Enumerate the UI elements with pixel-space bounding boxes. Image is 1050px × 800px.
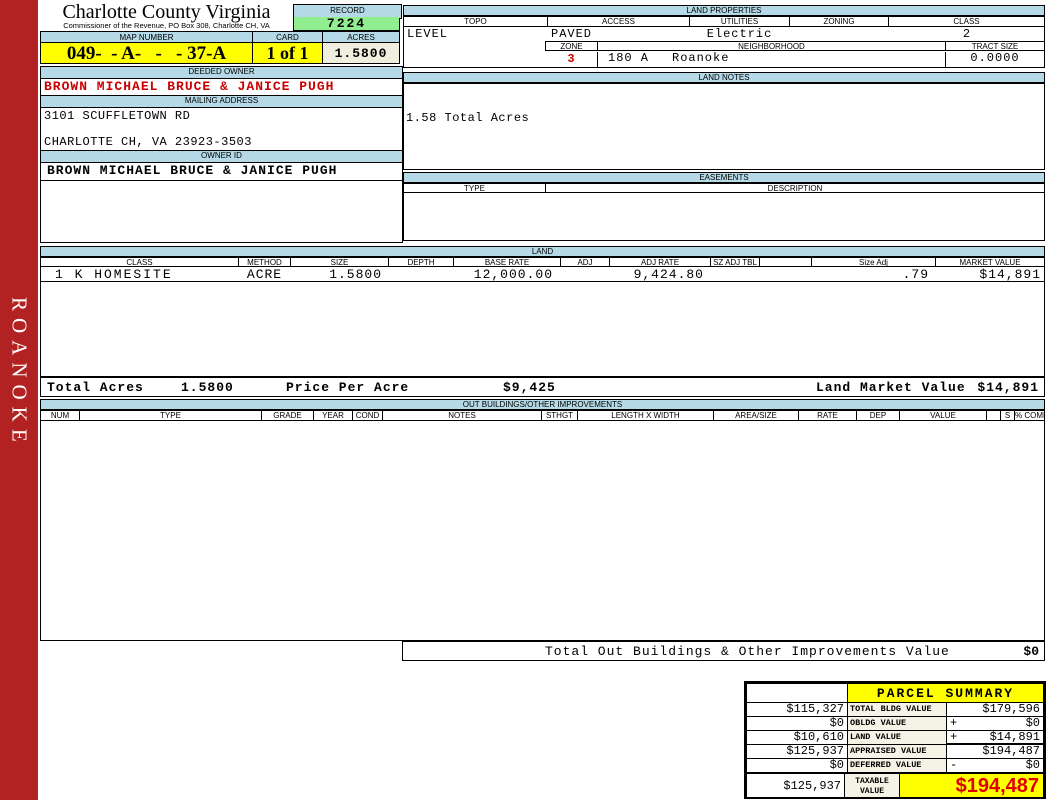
summary-prior-taxable: $125,937 xyxy=(746,772,845,798)
summary-prior-appraised: $125,937 xyxy=(746,744,848,759)
commissioner-line: Commissioner of the Revenue, PO Box 308,… xyxy=(63,21,270,30)
summary-label-appraised: APPRAISED VALUE xyxy=(847,744,947,759)
summary-prior-deferred: $0 xyxy=(746,758,848,773)
land-row-market-value: $14,891 xyxy=(979,267,1041,282)
tract-size-value: 0.0000 xyxy=(945,52,1044,67)
owner-id-label: OWNER ID xyxy=(41,151,402,163)
summary-value-total-bldg: $179,596 xyxy=(946,702,1044,717)
acres-value: 1.5800 xyxy=(322,42,400,64)
summary-label-land: LAND VALUE xyxy=(847,730,947,745)
land-row-method: ACRE xyxy=(246,267,283,282)
out-buildings-body xyxy=(40,420,1045,641)
map-number-value: 049- - A- - - 37-A xyxy=(40,42,253,64)
summary-sign-obldg: + xyxy=(950,716,958,730)
land-row-base-rate: 12,000.00 xyxy=(473,267,553,282)
parcel-summary-title: PARCEL SUMMARY xyxy=(847,683,1044,703)
land-notes-box: 1.58 Total Acres xyxy=(403,83,1045,170)
topo-value: LEVEL xyxy=(407,27,449,41)
easements-title: EASEMENTS xyxy=(403,172,1045,183)
out-buildings-total-row: Total Out Buildings & Other Improvements… xyxy=(402,641,1045,661)
land-properties-title: LAND PROPERTIES xyxy=(403,5,1045,16)
easements-body xyxy=(403,192,1045,241)
summary-prior-obldg: $0 xyxy=(746,716,848,731)
land-market-value-label: Land Market Value xyxy=(816,380,966,395)
summary-sign-land: + xyxy=(950,730,958,744)
parcel-summary: PARCEL SUMMARY $115,327 TOTAL BLDG VALUE… xyxy=(744,681,1046,799)
neighborhood-label: NEIGHBORHOOD xyxy=(597,41,946,51)
total-acres-label: Total Acres xyxy=(47,380,144,395)
zone-value: 3 xyxy=(545,52,598,67)
summary-prior-land: $10,610 xyxy=(746,730,848,745)
land-row-adj-rate: 9,424.80 xyxy=(633,267,704,282)
summary-value-taxable: $194,487 xyxy=(899,772,1044,798)
out-buildings-title: OUT BUILDINGS/OTHER IMPROVEMENTS xyxy=(40,399,1045,410)
price-per-acre-value: $9,425 xyxy=(503,380,556,395)
land-row-size: 1.5800 xyxy=(329,267,382,282)
summary-value-obldg: $0 xyxy=(946,716,1044,731)
summary-sign-deferred: - xyxy=(950,758,958,772)
summary-label-obldg: OBLDG VALUE xyxy=(847,716,947,731)
land-row-class: 1 K HOMESITE xyxy=(55,267,173,282)
neighborhood-sidebar: ROANOKE xyxy=(0,0,38,800)
tract-size-label: TRACT SIZE xyxy=(945,41,1045,51)
access-value: PAVED xyxy=(551,27,593,41)
mailing-address-label: MAILING ADDRESS xyxy=(41,96,402,108)
land-row-size-adj: .79 xyxy=(902,267,929,282)
summary-label-taxable: TAXABLE VALUE xyxy=(844,772,900,798)
total-acres-value: 1.5800 xyxy=(181,380,234,395)
neighborhood-code: 180 A xyxy=(608,51,650,65)
neighborhood-value: Roanoke xyxy=(672,51,730,65)
utilities-value: Electric xyxy=(706,27,773,41)
owner-id-value: BROWN MICHAEL BRUCE & JANICE PUGH xyxy=(41,163,402,181)
summary-prior-total-bldg: $115,327 xyxy=(746,702,848,717)
price-per-acre-label: Price Per Acre xyxy=(286,380,410,395)
land-body xyxy=(40,266,1045,377)
deeded-owner-value: BROWN MICHAEL BRUCE & JANICE PUGH xyxy=(41,79,402,96)
out-buildings-total-label: Total Out Buildings & Other Improvements… xyxy=(545,644,950,659)
neighborhood-sidebar-label: ROANOKE xyxy=(7,297,32,449)
land-notes-title: LAND NOTES xyxy=(403,72,1045,83)
record-box: RECORD 7224 xyxy=(293,4,402,31)
zone-label: ZONE xyxy=(545,41,598,51)
county-title: Charlotte County Virginia xyxy=(62,1,271,23)
property-record-card: ROANOKE Charlotte County Virginia Commis… xyxy=(0,0,1050,800)
land-notes-text: 1.58 Total Acres xyxy=(406,111,530,125)
card-value: 1 of 1 xyxy=(252,42,323,64)
land-totals-row: Total Acres 1.5800 Price Per Acre $9,425… xyxy=(40,377,1045,397)
address-line2: CHARLOTTE CH, VA 23923-3503 xyxy=(44,135,252,149)
deeded-owner-label: DEEDED OWNER xyxy=(41,67,402,79)
class-value: 2 xyxy=(962,27,971,41)
mailing-address-box: 3101 SCUFFLETOWN RD CHARLOTTE CH, VA 239… xyxy=(41,108,402,151)
summary-value-appraised: $194,487 xyxy=(946,744,1044,759)
summary-value-deferred: $0 xyxy=(946,758,1044,773)
address-line1: 3101 SCUFFLETOWN RD xyxy=(44,109,191,123)
summary-label-deferred: DEFERRED VALUE xyxy=(847,758,947,773)
out-buildings-total-value: $0 xyxy=(1023,644,1039,659)
land-market-value-total: $14,891 xyxy=(977,380,1039,395)
owner-block: DEEDED OWNER BROWN MICHAEL BRUCE & JANIC… xyxy=(40,66,403,243)
land-title: LAND xyxy=(40,246,1045,257)
summary-label-total-bldg: TOTAL BLDG VALUE xyxy=(847,702,947,717)
county-title-block: Charlotte County Virginia Commissioner o… xyxy=(40,2,293,31)
summary-corner-cell xyxy=(746,683,848,703)
record-value: 7224 xyxy=(294,17,399,30)
summary-value-land: $14,891 xyxy=(946,730,1044,745)
